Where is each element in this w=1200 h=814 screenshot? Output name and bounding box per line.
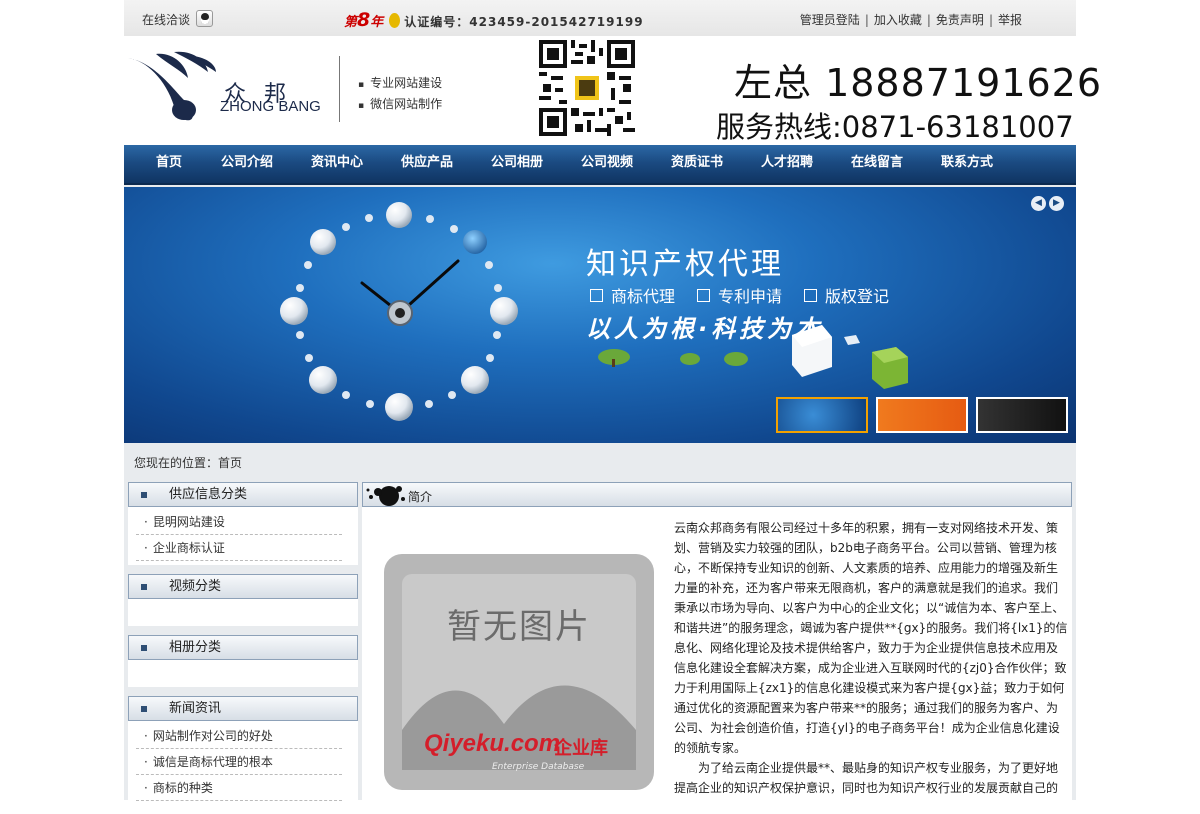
page: 在线洽谈 第8年 认证编号：423459-201542719199 管理员登陆 | 加… xyxy=(124,0,1101,805)
supply-category-list: 昆明网站建设 企业商标认证 xyxy=(128,507,358,565)
nav-item-home[interactable]: 首页 xyxy=(136,145,202,183)
list-item[interactable]: 诚信是商标代理的根本 xyxy=(136,749,342,775)
report-link[interactable]: 举报 xyxy=(998,13,1022,27)
certification: 第8年 认证编号：423459-201542719199 xyxy=(344,9,644,31)
video-category-box: 视频分类 xyxy=(128,574,358,626)
news-box: 新闻资讯 网站制作对公司的好处 诚信是商标代理的根本 商标的种类 xyxy=(128,696,358,805)
slogan-list: 专业网站建设 微信网站制作 xyxy=(358,74,442,116)
prev-arrow-icon[interactable]: ◀ xyxy=(1031,196,1046,211)
admin-login-link[interactable]: 管理员登陆 xyxy=(800,13,860,27)
nav-item-about[interactable]: 公司介绍 xyxy=(202,145,292,183)
album-category-box: 相册分类 xyxy=(128,635,358,687)
banner-tags: 商标代理 专利申请 版权登记 xyxy=(590,283,889,307)
years-suffix: 年 xyxy=(370,15,384,30)
service-hotline: 服务热线:0871-63181007 xyxy=(716,110,1074,144)
list-item[interactable]: 网站制作对公司的好处 xyxy=(136,723,342,749)
years-prefix: 第 xyxy=(344,15,358,30)
nav-item-news[interactable]: 资讯中心 xyxy=(292,145,382,183)
news-title: 新闻资讯 xyxy=(128,696,358,721)
list-item[interactable]: 商标的种类 xyxy=(136,775,342,801)
album-category-title: 相册分类 xyxy=(128,635,358,660)
no-image-placeholder: 暂无图片 Qiyeku.com 企业库 Enterprise Database xyxy=(384,554,654,790)
nav-item-jobs[interactable]: 人才招聘 xyxy=(742,145,832,183)
banner-slider[interactable]: 知识产权代理 商标代理 专利申请 版权登记 以人为根·科技为本 ◀ ▶ xyxy=(124,187,1076,443)
slogan-item: 微信网站制作 xyxy=(358,95,442,116)
supply-category-title: 供应信息分类 xyxy=(128,482,358,507)
disclaimer-link[interactable]: 免责声明 xyxy=(936,13,984,27)
ink-splash-icon xyxy=(366,486,405,506)
banner-thumbnails xyxy=(776,397,1068,433)
banner-tag: 专利申请 xyxy=(697,283,782,307)
banner-thumbnail[interactable] xyxy=(876,397,968,433)
banner-tag: 商标代理 xyxy=(590,283,675,307)
nav-item-album[interactable]: 公司相册 xyxy=(472,145,562,183)
news-list: 网站制作对公司的好处 诚信是商标代理的根本 商标的种类 xyxy=(128,721,358,805)
header-divider xyxy=(339,56,340,122)
video-category-title: 视频分类 xyxy=(128,574,358,599)
banner-thumbnail[interactable] xyxy=(776,397,868,433)
nav-item-video[interactable]: 公司视频 xyxy=(562,145,652,183)
nav-item-certificates[interactable]: 资质证书 xyxy=(652,145,742,183)
cert-number: 认证编号：423459-201542719199 xyxy=(404,15,644,29)
banner-tag: 版权登记 xyxy=(804,283,889,307)
qr-code-icon xyxy=(539,40,635,136)
intro-paragraph: 为了给云南企业提供最**、最贴身的知识产权专业服务，为了更好地提高企业的知识产权… xyxy=(674,761,1059,795)
brand-logo-en: Enterprise Database xyxy=(492,762,585,772)
list-item[interactable]: 企业商标认证 xyxy=(136,535,342,561)
banner-thumbnail[interactable] xyxy=(976,397,1068,433)
banner-motto: 以人为根·科技为本 xyxy=(586,315,824,343)
slogan-item: 专业网站建设 xyxy=(358,74,442,95)
online-chat[interactable]: 在线洽谈 xyxy=(142,10,214,29)
brand-logo-text: Qiyeku.com xyxy=(424,730,561,757)
logo-icon xyxy=(128,51,216,121)
no-image-text: 暂无图片 xyxy=(447,607,591,647)
breadcrumb: 您现在的位置：首页 xyxy=(134,456,243,470)
top-bar: 在线洽谈 第8年 认证编号：423459-201542719199 管理员登陆 | 加… xyxy=(124,0,1076,36)
nav-item-contact[interactable]: 联系方式 xyxy=(922,145,1012,183)
banner-title: 知识产权代理 xyxy=(586,247,784,282)
supply-category-box: 供应信息分类 昆明网站建设 企业商标认证 xyxy=(128,482,358,565)
years-number: 8 xyxy=(357,9,371,31)
add-favorite-link[interactable]: 加入收藏 xyxy=(874,13,922,27)
online-chat-label[interactable]: 在线洽谈 xyxy=(142,13,190,27)
contact-person: 左总 18887191626 xyxy=(734,61,1103,105)
intro-paragraph: 云南众邦商务有限公司经过十多年的积累，拥有一支对网络技术开发、策划、营销及实力较… xyxy=(674,521,1068,755)
banner-arrows: ◀ ▶ xyxy=(1031,196,1064,211)
intro-header: 简介 xyxy=(362,482,1072,507)
nav-item-products[interactable]: 供应产品 xyxy=(382,145,472,183)
album-category-list xyxy=(128,660,358,687)
header: 众邦 ZHONG BANG 专业网站建设 微信网站制作 xyxy=(124,36,1101,145)
qq-icon[interactable] xyxy=(196,10,214,27)
intro-text: 云南众邦商务有限公司经过十多年的积累，拥有一支对网络技术开发、策划、营销及实力较… xyxy=(674,518,1068,798)
video-category-list xyxy=(128,599,358,626)
sidebar: 供应信息分类 昆明网站建设 企业商标认证 视频分类 相册分类 新闻资讯 网站制作… xyxy=(128,482,358,814)
list-item[interactable]: 昆明网站建设 xyxy=(136,509,342,535)
main-nav: 首页 公司介绍 资讯中心 供应产品 公司相册 公司视频 资质证书 人才招聘 在线… xyxy=(124,145,1076,185)
medal-icon xyxy=(389,13,401,28)
years-badge: 第8年 xyxy=(344,9,384,31)
next-arrow-icon[interactable]: ▶ xyxy=(1049,196,1064,211)
intro-title: 简介 xyxy=(408,490,433,504)
intro-panel: 简介 暂无图片 Qiyeku.com 企业库 Enterprise Databa… xyxy=(362,482,1072,800)
nav-item-messages[interactable]: 在线留言 xyxy=(832,145,922,183)
brand-logo-cn: 企业库 xyxy=(554,738,608,759)
logo-name-en: ZHONG BANG xyxy=(220,98,321,115)
top-links: 管理员登陆 | 加入收藏 | 免责声明 | 举报 xyxy=(799,13,1022,27)
